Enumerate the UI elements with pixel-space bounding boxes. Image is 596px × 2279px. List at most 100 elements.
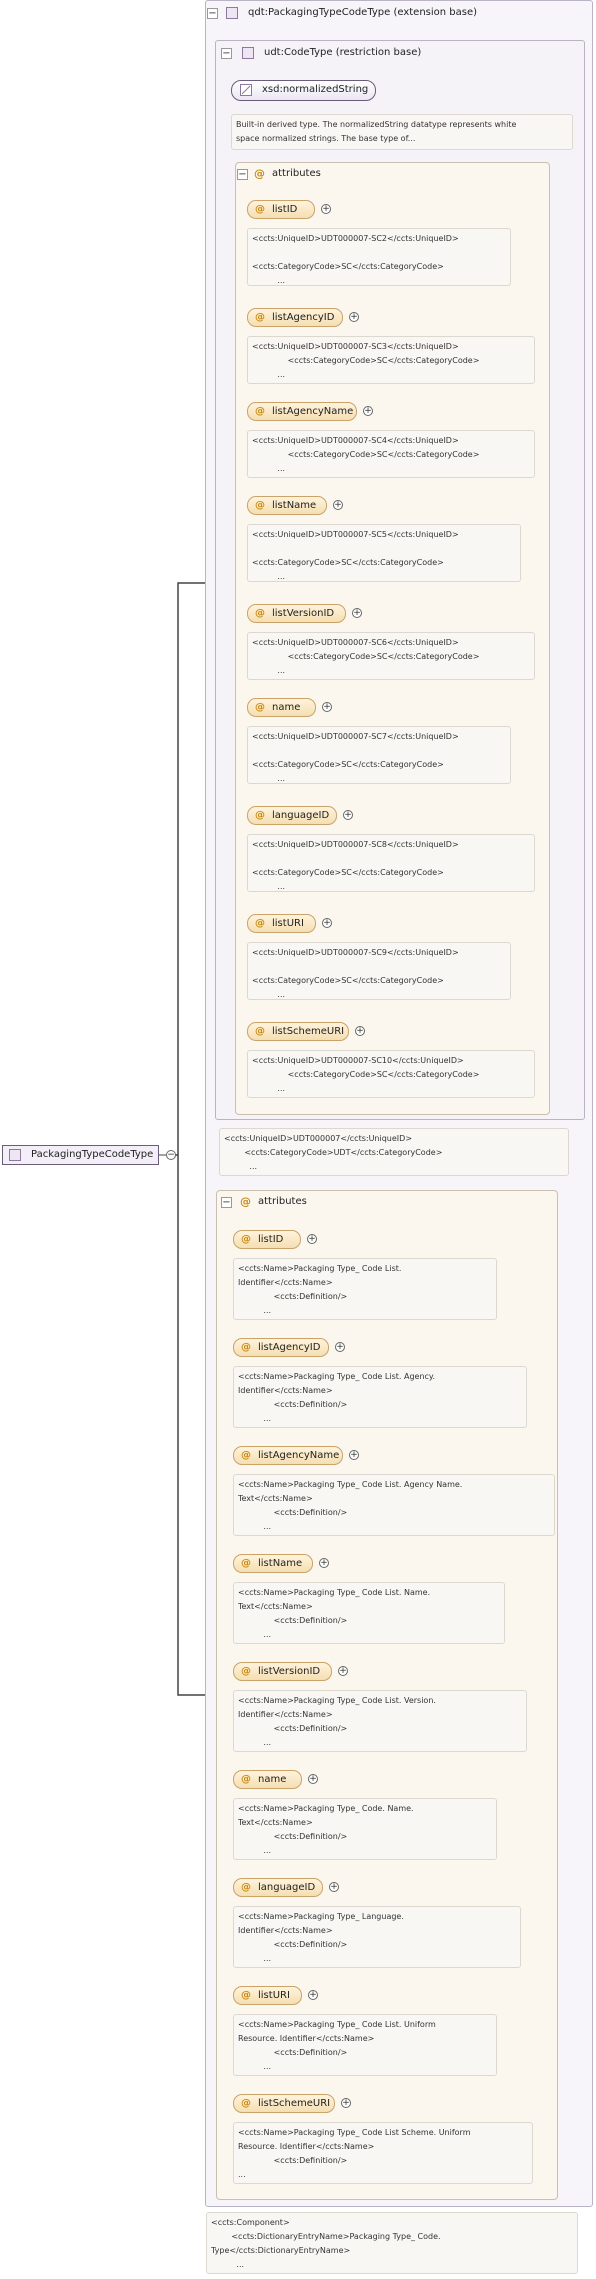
- attribute-icon: @: [255, 406, 265, 417]
- attribute-icon: @: [241, 1558, 251, 1569]
- expand-toggle[interactable]: +: [335, 1342, 345, 1352]
- attribute-icon: @: [241, 1234, 251, 1245]
- inner-attribute-listAgencyName[interactable]: @ listAgencyName: [247, 402, 357, 421]
- attribute-icon: @: [241, 2098, 251, 2109]
- expand-toggle[interactable]: +: [338, 1666, 348, 1676]
- outer-attribute-doc: <ccts:Name>Packaging Type_ Code List. Id…: [233, 1258, 497, 1320]
- root-element[interactable]: PackagingTypeCodeType: [2, 1145, 159, 1165]
- inner-attribute-doc: <ccts:UniqueID>UDT000007-SC8</ccts:Uniqu…: [247, 834, 535, 892]
- attribute-name: listSchemeURI: [272, 1026, 345, 1037]
- attribute-icon: @: [241, 1774, 251, 1785]
- attribute-icon: @: [255, 204, 265, 215]
- expand-toggle[interactable]: +: [333, 500, 343, 510]
- inner-attribute-name[interactable]: @ name: [247, 698, 316, 717]
- attribute-name: listAgencyName: [258, 1450, 340, 1461]
- attribute-icon: @: [255, 500, 265, 511]
- inner-attribute-doc: <ccts:UniqueID>UDT000007-SC2</ccts:Uniqu…: [247, 228, 511, 286]
- complex-type-icon: [9, 1149, 21, 1161]
- outer-attribute-listName[interactable]: @ listName: [233, 1554, 313, 1573]
- attribute-name: languageID: [258, 1882, 316, 1893]
- outer-attribute-doc: <ccts:Name>Packaging Type_ Code List. Ag…: [233, 1366, 527, 1428]
- inner-attribute-listID[interactable]: @ listID: [247, 200, 315, 219]
- attribute-icon: @: [241, 1450, 251, 1461]
- base-type-pill[interactable]: xsd:normalizedString: [231, 80, 376, 101]
- attribute-name: name: [258, 1774, 287, 1785]
- outer-attribute-doc: <ccts:Name>Packaging Type_ Code List. Ve…: [233, 1690, 527, 1752]
- attribute-name: listURI: [272, 918, 304, 929]
- expand-toggle[interactable]: +: [322, 918, 332, 928]
- attribute-name: listSchemeURI: [258, 2098, 331, 2109]
- inner-attribute-languageID[interactable]: @ languageID: [247, 806, 337, 825]
- extension-doc: <ccts:UniqueID>UDT000007</ccts:UniqueID>…: [219, 1128, 569, 1176]
- outer-attribute-listAgencyName[interactable]: @ listAgencyName: [233, 1446, 343, 1465]
- inner-attribute-listSchemeURI[interactable]: @ listSchemeURI: [247, 1022, 349, 1041]
- inner-attribute-doc: <ccts:UniqueID>UDT000007-SC5</ccts:Uniqu…: [247, 524, 521, 582]
- outer-attribute-languageID[interactable]: @ languageID: [233, 1878, 323, 1897]
- root-label: PackagingTypeCodeType: [31, 1149, 154, 1160]
- attribute-name: listVersionID: [258, 1666, 321, 1677]
- extension-type-icon: [226, 7, 238, 19]
- root-collapse-toggle[interactable]: −: [166, 1150, 176, 1160]
- restriction-type-icon: [242, 47, 254, 59]
- expand-toggle[interactable]: +: [363, 406, 373, 416]
- expand-toggle[interactable]: +: [307, 1234, 317, 1244]
- expand-toggle[interactable]: +: [321, 204, 331, 214]
- outer-attribute-listSchemeURI[interactable]: @ listSchemeURI: [233, 2094, 335, 2113]
- expand-toggle[interactable]: +: [329, 1882, 339, 1892]
- inner-attribute-doc: <ccts:UniqueID>UDT000007-SC7</ccts:Uniqu…: [247, 726, 511, 784]
- inner-attribute-listName[interactable]: @ listName: [247, 496, 327, 515]
- inner-attribute-doc: <ccts:UniqueID>UDT000007-SC6</ccts:Uniqu…: [247, 632, 535, 680]
- outer-attribute-doc: <ccts:Name>Packaging Type_ Code List Sch…: [233, 2122, 533, 2184]
- outer-attribute-doc: <ccts:Name>Packaging Type_ Code. Name. T…: [233, 1798, 497, 1860]
- attribute-name: listID: [272, 204, 298, 215]
- attribute-name: listID: [258, 1234, 284, 1245]
- expand-toggle[interactable]: +: [349, 1450, 359, 1460]
- outer-attribute-doc: <ccts:Name>Packaging Type_ Code List. Un…: [233, 2014, 497, 2076]
- expand-toggle[interactable]: +: [319, 1558, 329, 1568]
- attribute-name: listName: [272, 500, 317, 511]
- outer-attribute-listVersionID[interactable]: @ listVersionID: [233, 1662, 332, 1681]
- inner-attribute-doc: <ccts:UniqueID>UDT000007-SC4</ccts:Uniqu…: [247, 430, 535, 478]
- attribute-name: listURI: [258, 1990, 290, 2001]
- expand-toggle[interactable]: +: [322, 702, 332, 712]
- outer-attribute-listID[interactable]: @ listID: [233, 1230, 301, 1249]
- attribute-name: listVersionID: [272, 608, 335, 619]
- attribute-icon: @: [241, 1882, 251, 1893]
- inner-attribute-listAgencyID[interactable]: @ listAgencyID: [247, 308, 343, 327]
- outer-attribute-doc: <ccts:Name>Packaging Type_ Code List. Na…: [233, 1582, 505, 1644]
- extension-collapse-toggle[interactable]: −: [207, 8, 218, 19]
- inner-attribute-doc: <ccts:UniqueID>UDT000007-SC9</ccts:Uniqu…: [247, 942, 511, 1000]
- attribute-name: listAgencyID: [272, 312, 335, 323]
- expand-toggle[interactable]: +: [349, 312, 359, 322]
- attribute-name: listName: [258, 1558, 303, 1569]
- simple-type-icon: [240, 84, 252, 96]
- expand-toggle[interactable]: +: [308, 1774, 318, 1784]
- outer-attribute-listURI[interactable]: @ listURI: [233, 1986, 302, 2005]
- outer-attribute-doc: <ccts:Name>Packaging Type_ Code List. Ag…: [233, 1474, 555, 1536]
- attribute-name: name: [272, 702, 301, 713]
- expand-toggle[interactable]: +: [341, 2098, 351, 2108]
- attribute-icon: @: [241, 1666, 251, 1677]
- attribute-name: listAgencyID: [258, 1342, 321, 1353]
- expand-toggle[interactable]: +: [352, 608, 362, 618]
- outer-attribute-listAgencyID[interactable]: @ listAgencyID: [233, 1338, 329, 1357]
- inner-attributes-collapse-toggle[interactable]: −: [237, 169, 248, 180]
- restriction-label: udt:CodeType (restriction base): [264, 47, 422, 58]
- outer-attribute-name[interactable]: @ name: [233, 1770, 302, 1789]
- extension-label: qdt:PackagingTypeCodeType (extension bas…: [248, 7, 478, 18]
- outer-attributes-collapse-toggle[interactable]: −: [221, 1197, 232, 1208]
- attribute-icon: @: [255, 918, 265, 929]
- attribute-icon: @: [255, 702, 265, 713]
- component-doc: <ccts:Component> <ccts:DictionaryEntryNa…: [206, 2212, 578, 2274]
- inner-attribute-doc: <ccts:UniqueID>UDT000007-SC3</ccts:Uniqu…: [247, 336, 535, 384]
- inner-attribute-doc: <ccts:UniqueID>UDT000007-SC10</ccts:Uniq…: [247, 1050, 535, 1098]
- inner-attribute-listVersionID[interactable]: @ listVersionID: [247, 604, 346, 623]
- expand-toggle[interactable]: +: [343, 810, 353, 820]
- outer-attributes-label: attributes: [258, 1196, 307, 1207]
- restriction-collapse-toggle[interactable]: −: [221, 48, 232, 59]
- attributes-icon: @: [240, 1195, 251, 1208]
- inner-attribute-listURI[interactable]: @ listURI: [247, 914, 316, 933]
- expand-toggle[interactable]: +: [355, 1026, 365, 1036]
- expand-toggle[interactable]: +: [308, 1990, 318, 2000]
- attribute-icon: @: [255, 312, 265, 323]
